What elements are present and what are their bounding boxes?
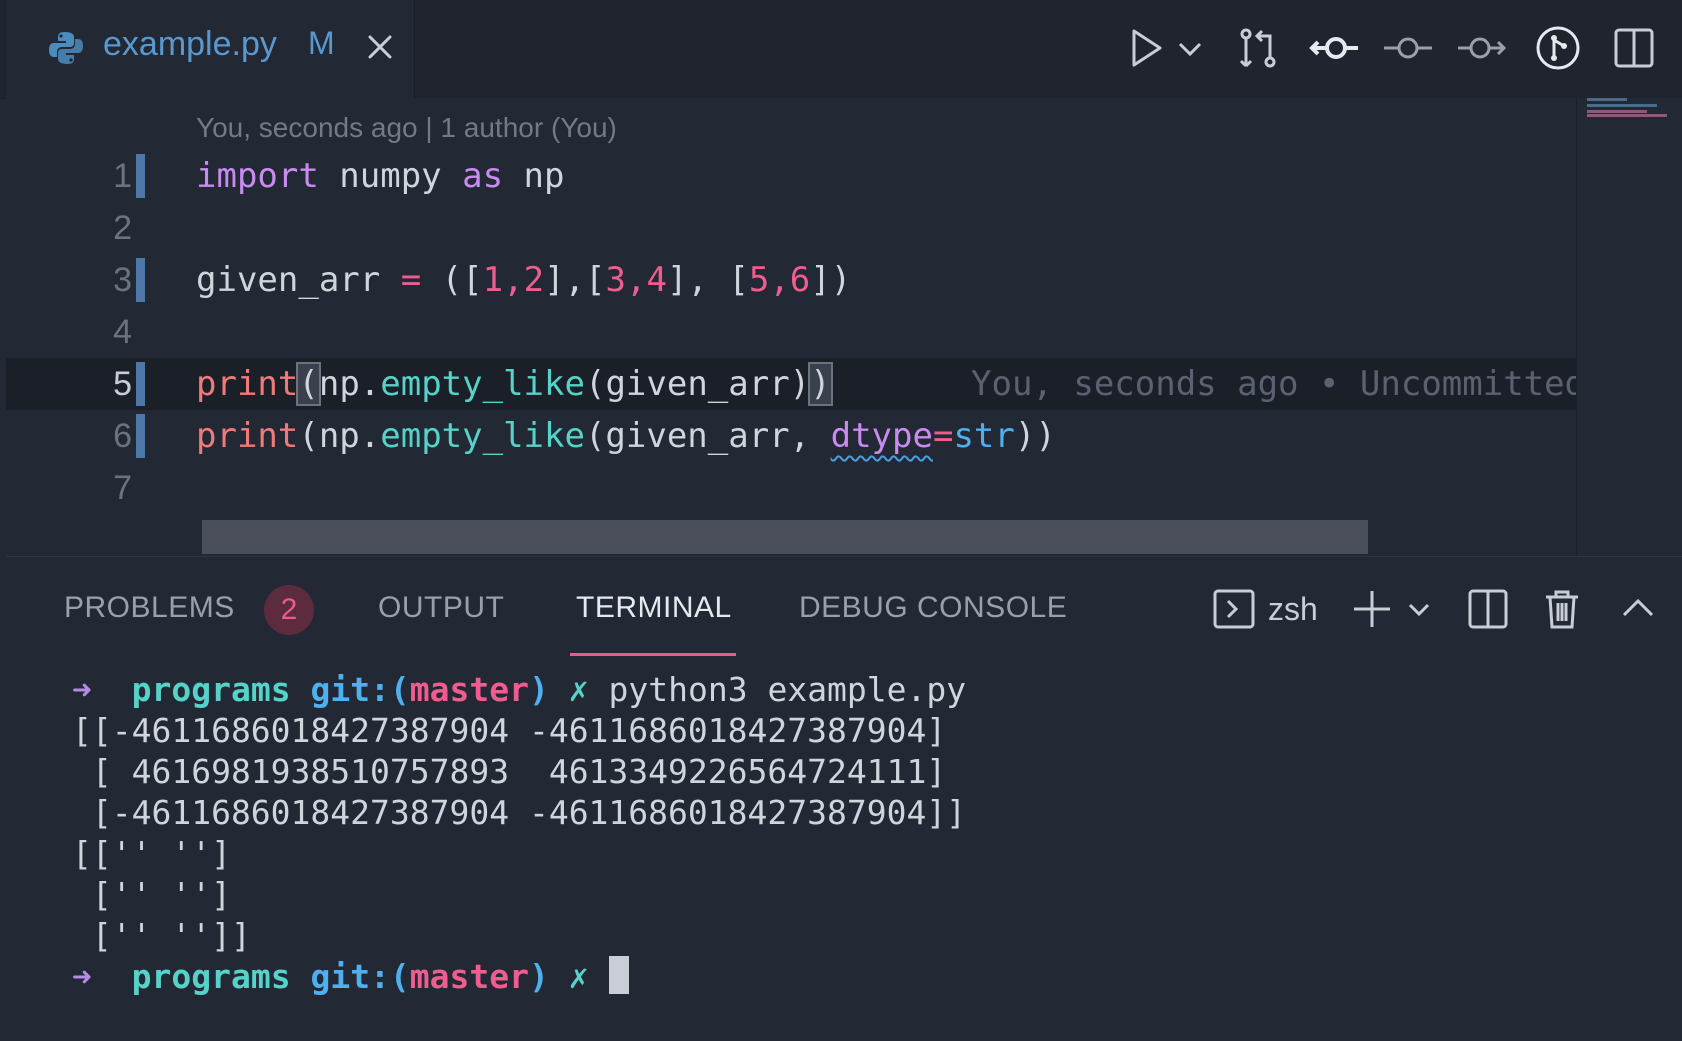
code-text: import numpy as np <box>196 156 565 196</box>
code-line-3[interactable]: 3 given_arr = ([1,2],[3,4], [5,6]) <box>6 254 1576 306</box>
horizontal-scrollbar[interactable] <box>202 520 1368 554</box>
git-modified-gutter[interactable] <box>136 362 145 406</box>
terminal-output-line: ['' ''] <box>72 875 231 914</box>
code-text: print(np.empty_like(given_arr)) <box>196 362 833 406</box>
next-commit-icon[interactable] <box>1456 22 1508 74</box>
chevron-up-icon[interactable] <box>1616 587 1660 631</box>
tab-filename: example.py <box>103 25 277 63</box>
bottom-panel: PROBLEMS 2 OUTPUT TERMINAL DEBUG CONSOLE… <box>6 556 1682 1041</box>
git-commit-icon[interactable] <box>1382 22 1434 74</box>
panel-header: PROBLEMS 2 OUTPUT TERMINAL DEBUG CONSOLE… <box>6 557 1682 657</box>
trash-icon[interactable] <box>1540 587 1584 631</box>
plus-icon[interactable] <box>1350 587 1394 631</box>
terminal-output[interactable]: ➜ programs git:(master) ✗ python3 exampl… <box>72 669 966 997</box>
close-icon[interactable] <box>362 29 398 65</box>
code-line-7[interactable]: 7 <box>6 462 1576 514</box>
chevron-down-icon[interactable] <box>1404 587 1434 631</box>
active-tab-indicator <box>570 653 736 656</box>
line-number: 3 <box>113 261 132 299</box>
tab-output[interactable]: OUTPUT <box>378 591 504 625</box>
python-icon <box>49 32 83 64</box>
minimap[interactable] <box>1576 98 1682 556</box>
code-text: given_arr = ([1,2],[3,4], [5,6]) <box>196 260 852 300</box>
terminal-cursor <box>608 956 629 994</box>
compare-changes-icon[interactable] <box>1232 22 1284 74</box>
terminal-shell-name[interactable]: zsh <box>1268 591 1318 628</box>
previous-commit-icon[interactable] <box>1308 22 1360 74</box>
terminal-output-line: ['' '']] <box>72 916 251 955</box>
terminal-prompt-line: ➜ programs git:(master) ✗ python3 exampl… <box>72 670 967 709</box>
git-graph-icon[interactable] <box>1532 22 1584 74</box>
terminal-prompt-line: ➜ programs git:(master) ✗ <box>72 956 966 997</box>
code-line-6[interactable]: 6 print(np.empty_like(given_arr, dtype=s… <box>6 410 1576 462</box>
warning-squiggle: dtype <box>830 416 933 456</box>
line-number: 7 <box>113 469 132 507</box>
git-modified-gutter[interactable] <box>136 258 145 302</box>
tab-terminal[interactable]: TERMINAL <box>576 591 732 625</box>
code-line-4[interactable]: 4 <box>6 306 1576 358</box>
problems-count-badge: 2 <box>264 585 314 635</box>
code-line-5-active[interactable]: 5 print(np.empty_like(given_arr)) You, s… <box>6 358 1585 410</box>
chevron-down-icon[interactable] <box>1172 22 1208 74</box>
blame-header[interactable]: You, seconds ago | 1 author (You) <box>196 112 617 144</box>
terminal-output-line: [['' ''] <box>72 834 231 873</box>
code-editor[interactable]: You, seconds ago | 1 author (You) 1 impo… <box>6 98 1682 556</box>
git-modified-gutter[interactable] <box>136 154 145 198</box>
line-number: 4 <box>113 313 132 351</box>
inline-blame-annotation[interactable]: You, seconds ago • Uncommitted <box>971 358 1585 410</box>
split-editor-icon[interactable] <box>1608 22 1660 74</box>
line-number: 2 <box>113 209 132 247</box>
terminal-output-line: [[-4611686018427387904 -4611686018427387… <box>72 711 947 750</box>
line-number: 6 <box>113 417 132 455</box>
tab-problems[interactable]: PROBLEMS <box>64 591 235 625</box>
line-number: 5 <box>113 365 132 403</box>
tab-debug-console[interactable]: DEBUG CONSOLE <box>799 591 1067 625</box>
editor-tab-example-py[interactable]: example.py M <box>6 0 415 98</box>
line-number: 1 <box>113 157 132 195</box>
terminal-output-line: [ 4616981938510757893 461334922656472411… <box>72 752 947 791</box>
code-line-2[interactable]: 2 <box>6 202 1576 254</box>
terminal-output-line: [-4611686018427387904 -46116860184273879… <box>72 793 967 832</box>
play-icon[interactable] <box>1120 22 1172 74</box>
split-terminal-icon[interactable] <box>1466 587 1510 631</box>
git-modified-gutter[interactable] <box>136 414 145 458</box>
terminal-icon[interactable] <box>1212 587 1256 631</box>
editor-tab-bar: example.py M <box>0 0 1682 99</box>
code-line-1[interactable]: 1 import numpy as np <box>6 150 1576 202</box>
modified-indicator: M <box>308 25 335 61</box>
code-text: print(np.empty_like(given_arr, dtype=str… <box>196 416 1056 456</box>
